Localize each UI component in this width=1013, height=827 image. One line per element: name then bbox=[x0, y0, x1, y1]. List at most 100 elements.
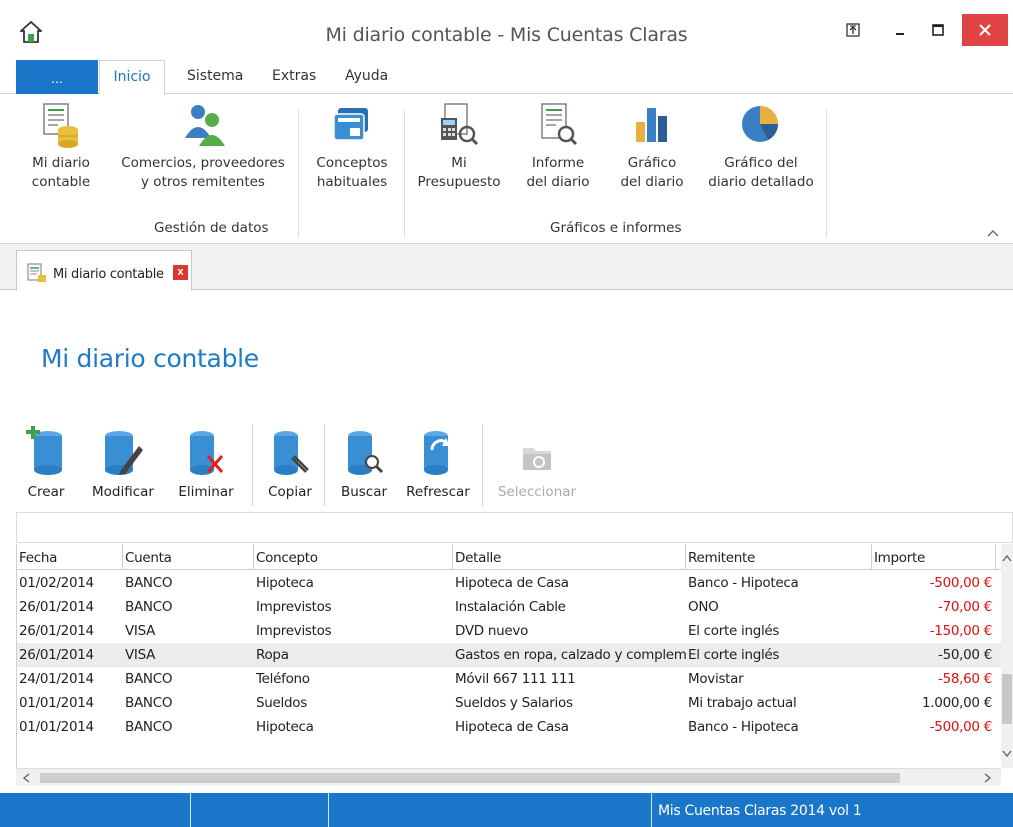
people-icon bbox=[185, 105, 225, 146]
ribbon-button-label: Gráfico del bbox=[724, 155, 798, 171]
cell-importe: -150,00 € bbox=[929, 623, 993, 639]
column-header-concepto[interactable]: Concepto bbox=[254, 544, 453, 570]
cell-remitente: ONO bbox=[688, 599, 719, 615]
cell-cuenta: BANCO bbox=[125, 575, 173, 591]
document-tab-strip: Mi diario contable x bbox=[0, 244, 1013, 291]
column-header-remitente[interactable]: Remitente bbox=[686, 544, 872, 570]
status-separator bbox=[190, 793, 191, 827]
tab-sistema[interactable]: Sistema bbox=[187, 68, 243, 84]
close-window-button[interactable] bbox=[962, 14, 1008, 46]
journal-icon bbox=[27, 263, 46, 282]
table-row[interactable]: 26/01/2014 VISA Imprevistos DVD nuevo El cor… bbox=[17, 619, 1001, 643]
ribbon-button-label: habituales bbox=[316, 174, 388, 190]
ribbon-informe-button[interactable]: Informe del diario bbox=[516, 102, 600, 192]
cell-concepto: Imprevistos bbox=[256, 623, 332, 639]
scroll-up-icon[interactable] bbox=[1002, 554, 1012, 562]
copiar-button[interactable]: Copiar bbox=[264, 426, 316, 500]
cell-fecha: 01/01/2014 bbox=[19, 695, 94, 711]
cell-detalle: Hipoteca de Casa bbox=[455, 575, 569, 591]
cell-concepto: Hipoteca bbox=[256, 719, 314, 735]
delete-database-icon bbox=[190, 431, 224, 475]
table-row[interactable]: 26/01/2014 BANCO Imprevistos Instalación Ca… bbox=[17, 595, 1001, 619]
pin-window-icon[interactable] bbox=[841, 16, 865, 44]
ribbon-button-label: Mi bbox=[451, 155, 467, 171]
status-version-text: Mis Cuentas Claras 2014 vol 1 bbox=[658, 803, 862, 819]
toolbar-separator bbox=[324, 424, 325, 506]
refrescar-button[interactable]: Refrescar bbox=[402, 426, 474, 500]
maximize-button[interactable] bbox=[922, 16, 954, 44]
horizontal-scrollbar[interactable] bbox=[16, 768, 1001, 786]
cell-cuenta: BANCO bbox=[125, 719, 173, 735]
toolbar-separator bbox=[482, 424, 483, 506]
tab-inicio[interactable]: Inicio bbox=[99, 60, 165, 95]
search-database-icon bbox=[348, 431, 384, 475]
table-row[interactable]: 01/01/2014 BANCO Hipoteca Hipoteca de Casa B… bbox=[17, 715, 1001, 739]
ribbon-button-label: Presupuesto bbox=[417, 174, 501, 190]
ribbon-conceptos-button[interactable]: Conceptos habituales bbox=[307, 102, 397, 192]
table-row[interactable]: 01/02/2014 BANCO Hipoteca Hipoteca de Casa B… bbox=[17, 571, 1001, 595]
eliminar-button[interactable]: Eliminar bbox=[176, 426, 236, 500]
cell-fecha: 24/01/2014 bbox=[19, 671, 94, 687]
title-bar: Mi diario contable - Mis Cuentas Claras bbox=[0, 0, 1013, 60]
cell-importe: 1.000,00 € bbox=[922, 695, 992, 711]
tab-ayuda[interactable]: Ayuda bbox=[345, 68, 388, 84]
vertical-scrollbar[interactable] bbox=[1001, 544, 1013, 768]
group-label-gestion: Gestión de datos bbox=[154, 220, 269, 236]
ribbon-comercios-button[interactable]: Comercios, proveedores y otros remitente… bbox=[114, 102, 292, 192]
cell-detalle: DVD nuevo bbox=[455, 623, 529, 639]
toolbar-label: Crear bbox=[27, 484, 65, 500]
ribbon-presupuesto-button[interactable]: Mi Presupuesto bbox=[410, 102, 508, 192]
cell-detalle: Gastos en ropa, calzado y complementos bbox=[455, 647, 686, 663]
tab-extras[interactable]: Extras bbox=[272, 68, 316, 84]
cell-remitente: Banco - Hipoteca bbox=[688, 575, 799, 591]
minimize-button[interactable] bbox=[886, 16, 914, 44]
vertical-scroll-thumb[interactable] bbox=[1002, 674, 1012, 724]
toolbar-separator bbox=[252, 424, 253, 506]
cell-fecha: 01/01/2014 bbox=[19, 719, 94, 735]
table-row[interactable]: 26/01/2014 VISA Ropa Gastos en ropa, calzad… bbox=[17, 643, 1001, 667]
collapse-ribbon-icon[interactable] bbox=[987, 224, 999, 240]
tab-file-menu[interactable]: ... bbox=[16, 60, 98, 94]
close-tab-icon[interactable]: x bbox=[173, 265, 188, 280]
group-label-graficos: Gráficos e informes bbox=[550, 220, 682, 236]
cell-concepto: Hipoteca bbox=[256, 575, 314, 591]
document-tab[interactable]: Mi diario contable x bbox=[16, 250, 192, 291]
modificar-button[interactable]: Modificar bbox=[86, 426, 160, 500]
calculator-document-icon bbox=[441, 103, 479, 146]
cell-importe: -58,60 € bbox=[938, 671, 992, 687]
horizontal-scroll-thumb[interactable] bbox=[40, 773, 900, 783]
ribbon-button-label: Gráfico bbox=[627, 155, 677, 171]
ribbon-button-label: diario detallado bbox=[708, 174, 814, 190]
ribbon-grafico-button[interactable]: Gráfico del diario bbox=[610, 102, 694, 192]
crear-button[interactable]: Crear bbox=[22, 426, 70, 500]
bar-chart-icon bbox=[636, 108, 667, 142]
scroll-left-icon[interactable] bbox=[22, 773, 30, 783]
column-header-detalle[interactable]: Detalle bbox=[453, 544, 686, 570]
scroll-down-icon[interactable] bbox=[1002, 750, 1012, 758]
grid-header: Fecha Cuenta Concepto Detalle Remitente … bbox=[17, 544, 1001, 570]
ribbon: Mi diario contable Comercios, proveedore… bbox=[0, 94, 1013, 244]
table-row[interactable]: 24/01/2014 BANCO Teléfono Móvil 667 111 111… bbox=[17, 667, 1001, 691]
cell-importe: -50,00 € bbox=[938, 647, 992, 663]
column-header-fecha[interactable]: Fecha bbox=[17, 544, 123, 570]
status-separator bbox=[651, 793, 652, 827]
status-separator bbox=[328, 793, 329, 827]
cell-concepto: Ropa bbox=[256, 647, 289, 663]
grid-filter-bar[interactable] bbox=[16, 512, 1013, 543]
ribbon-button-label: Informe bbox=[531, 155, 585, 171]
edit-database-icon bbox=[105, 431, 143, 475]
cell-cuenta: BANCO bbox=[125, 599, 173, 615]
ribbon-button-label: contable bbox=[31, 174, 91, 190]
cell-cuenta: BANCO bbox=[125, 671, 173, 687]
ribbon-diario-button[interactable]: Mi diario contable bbox=[22, 102, 100, 192]
buscar-button[interactable]: Buscar bbox=[336, 426, 392, 500]
refresh-database-icon bbox=[424, 431, 450, 475]
cell-remitente: Mi trabajo actual bbox=[688, 695, 797, 711]
scroll-right-icon[interactable] bbox=[984, 773, 992, 783]
column-header-importe[interactable]: Importe bbox=[872, 544, 996, 570]
seleccionar-button[interactable]: Seleccionar bbox=[496, 426, 578, 500]
toolbar-label: Seleccionar bbox=[497, 484, 577, 500]
ribbon-grafico-detallado-button[interactable]: Gráfico del diario detallado bbox=[700, 102, 822, 192]
table-row[interactable]: 01/01/2014 BANCO Sueldos Sueldos y Salarios… bbox=[17, 691, 1001, 715]
column-header-cuenta[interactable]: Cuenta bbox=[123, 544, 254, 570]
